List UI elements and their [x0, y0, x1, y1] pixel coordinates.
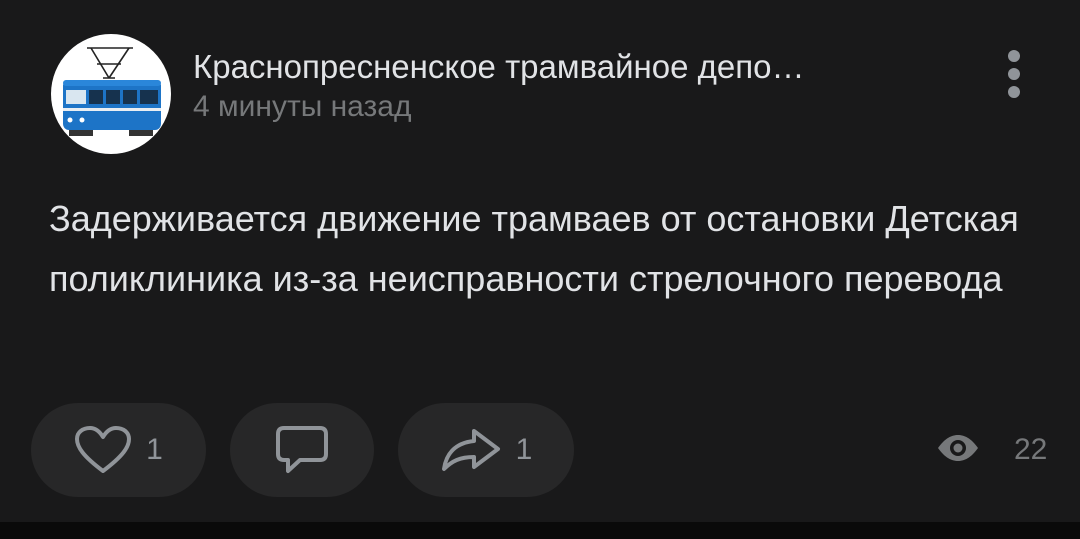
author-name[interactable]: Краснопресненское трамвайное депо…: [193, 47, 804, 87]
heart-icon: [74, 425, 132, 475]
bottom-divider: [0, 522, 1080, 539]
more-dot-icon: [1008, 68, 1020, 80]
comment-button[interactable]: [230, 403, 374, 497]
like-count: 1: [146, 433, 163, 466]
eye-icon: [936, 433, 980, 468]
more-dot-icon: [1008, 86, 1020, 98]
share-count: 1: [515, 433, 533, 466]
post-time: 4 минуты назад: [193, 90, 412, 123]
views-count: 22: [1014, 433, 1048, 466]
post-text: Задерживается движение трамваев от остан…: [49, 198, 1019, 299]
like-button[interactable]: 1: [31, 403, 206, 497]
post-header: Краснопресненское трамвайное депо… 4 мин…: [193, 47, 804, 127]
share-arrow-icon: [440, 427, 502, 473]
comment-icon: [274, 424, 330, 476]
tram-icon: [63, 47, 161, 136]
post-card: Краснопресненское трамвайное депо… 4 мин…: [0, 0, 1080, 522]
share-button[interactable]: 1: [398, 403, 574, 497]
views-counter: 22: [936, 425, 1047, 475]
more-options-button[interactable]: [995, 46, 1033, 102]
more-dot-icon: [1008, 50, 1020, 62]
avatar[interactable]: [51, 34, 171, 154]
